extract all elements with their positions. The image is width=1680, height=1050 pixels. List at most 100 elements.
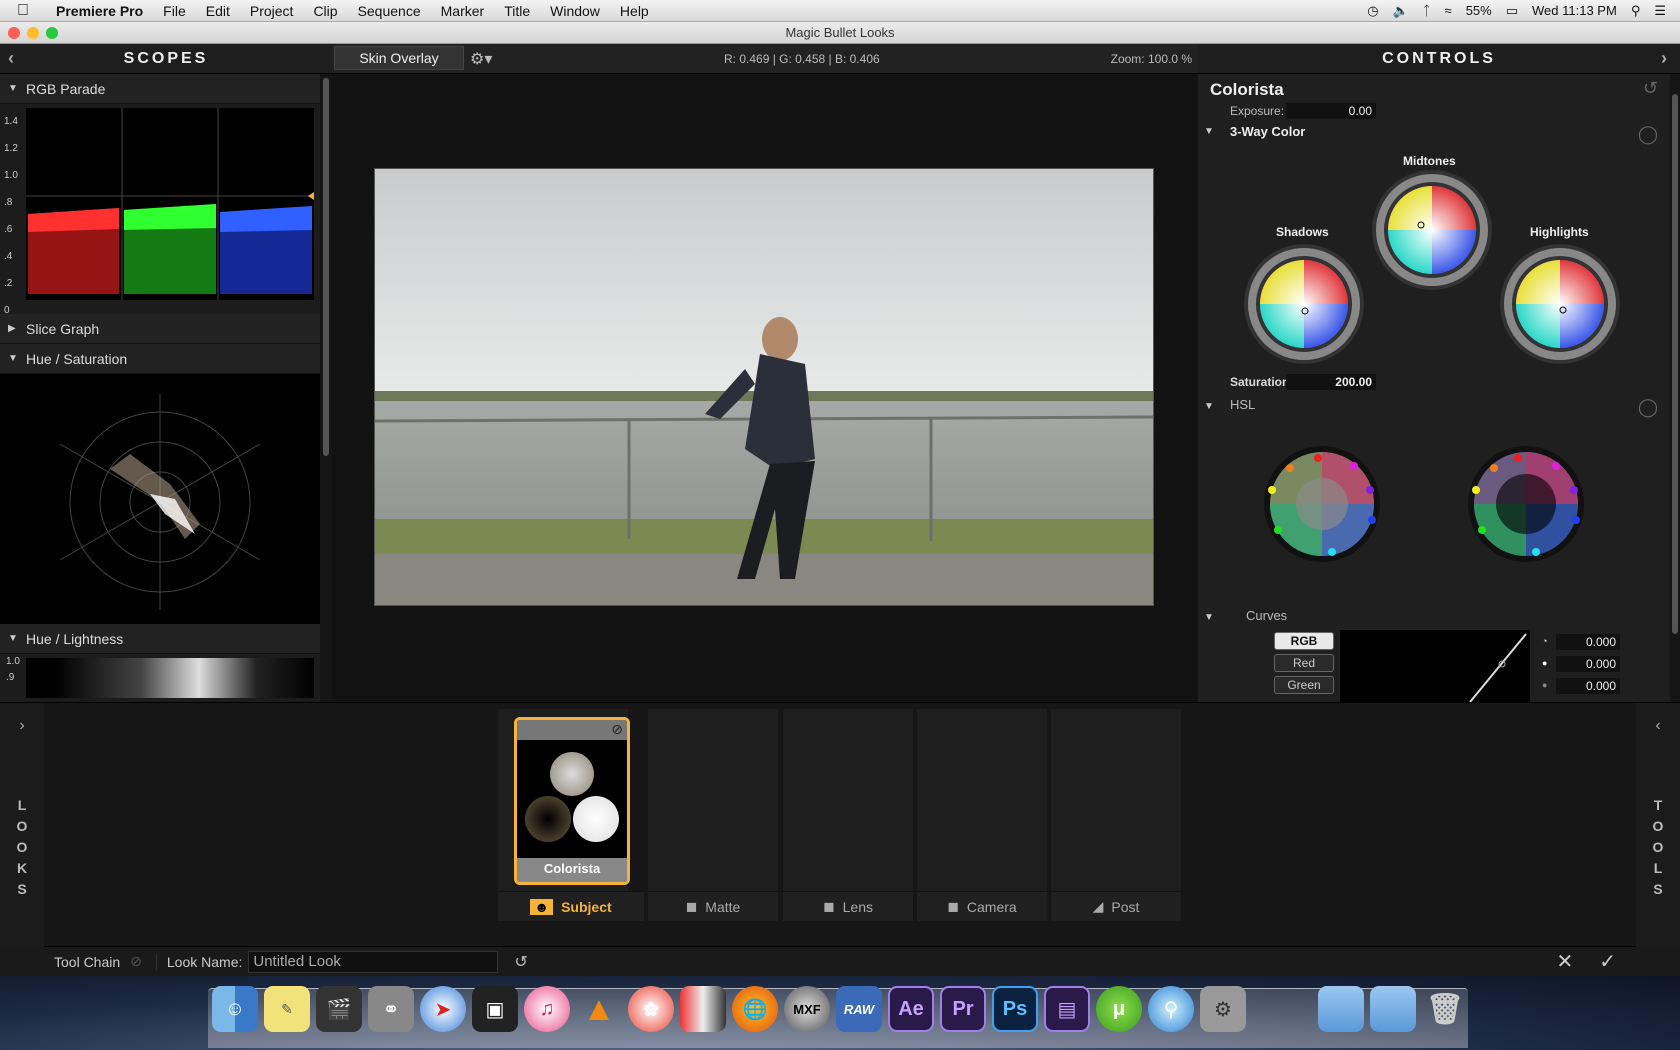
collapse-controls-icon[interactable]: › xyxy=(1661,48,1670,69)
notes-icon[interactable]: ✎ xyxy=(264,986,310,1032)
apple-icon[interactable]:  xyxy=(0,2,46,20)
expand-triangle-icon[interactable]: ▼ xyxy=(1204,612,1214,623)
curve-red-button[interactable]: Red xyxy=(1274,654,1334,672)
gear-icon[interactable]: ⚙▾ xyxy=(470,49,492,69)
colorista-tool-card[interactable]: ⊘ Colorista xyxy=(514,717,630,885)
tools-drawer[interactable]: ‹ T O O L S xyxy=(1636,703,1680,947)
time-machine-icon[interactable]: ◷ xyxy=(1367,3,1378,19)
cancel-icon[interactable]: ✕ xyxy=(1556,949,1573,974)
open-tools-icon[interactable]: ‹ xyxy=(1636,717,1680,735)
slice-graph-header[interactable]: ▶ Slice Graph xyxy=(0,314,320,344)
menu-sequence[interactable]: Sequence xyxy=(348,3,431,19)
tab-matte[interactable]: ◼ Matte xyxy=(648,891,778,921)
tick: 1.0 xyxy=(4,170,18,181)
menu-help[interactable]: Help xyxy=(610,3,659,19)
curve-green-button[interactable]: Green xyxy=(1274,676,1334,694)
looks-letter: S xyxy=(17,881,27,897)
post-slot[interactable] xyxy=(1051,709,1181,892)
skin-overlay-button[interactable]: Skin Overlay xyxy=(334,46,464,70)
video-frame[interactable] xyxy=(374,168,1154,606)
open-looks-icon[interactable]: › xyxy=(0,717,44,735)
menu-edit[interactable]: Edit xyxy=(196,3,240,19)
close-window-icon[interactable] xyxy=(8,27,20,39)
tab-camera[interactable]: ◼ Camera xyxy=(917,891,1047,921)
undo-icon[interactable]: ↺ xyxy=(514,952,527,972)
media-encoder-icon[interactable]: ▤ xyxy=(1044,986,1090,1032)
wifi-icon[interactable]: ≈ xyxy=(1445,3,1452,18)
disk-utility-icon[interactable]: ⚭ xyxy=(368,986,414,1032)
zoom-window-icon[interactable] xyxy=(46,27,58,39)
saturation-field[interactable]: 200.00 xyxy=(1286,374,1376,390)
battery-percent[interactable]: 55% xyxy=(1466,3,1492,18)
trash-icon[interactable]: 🗑 xyxy=(1422,986,1468,1032)
tools-label: T O O L S xyxy=(1636,795,1680,900)
final-cut-icon[interactable]: 🎬 xyxy=(316,986,362,1032)
lens-icon: ◼ xyxy=(823,898,835,914)
curve-point-icon[interactable]: ● xyxy=(1542,658,1547,668)
menu-marker[interactable]: Marker xyxy=(431,3,495,19)
controls-scrollbar[interactable] xyxy=(1670,74,1680,702)
tab-subject[interactable]: ☻ Subject xyxy=(498,891,644,921)
davinci-resolve-icon[interactable]: ✿ xyxy=(628,986,674,1032)
hue-saturation-header[interactable]: ▼ Hue / Saturation xyxy=(0,344,320,374)
curve-point-icon[interactable]: ● xyxy=(1542,680,1547,690)
mxf-icon[interactable]: MXF xyxy=(784,986,830,1032)
utorrent-icon[interactable]: μ xyxy=(1096,986,1142,1032)
lens-slot[interactable] xyxy=(783,709,913,892)
notification-center-icon[interactable]: ☰ xyxy=(1654,3,1666,19)
expand-triangle-icon[interactable]: ▼ xyxy=(1204,401,1214,412)
documents-folder-icon[interactable] xyxy=(1318,986,1364,1032)
motion-icon[interactable]: ▣ xyxy=(472,986,518,1032)
disable-chain-icon[interactable]: ⊘ xyxy=(130,953,142,970)
scrollbar-thumb[interactable] xyxy=(1672,94,1678,634)
vlc-icon[interactable]: ▲ xyxy=(576,986,622,1032)
finder-icon[interactable]: ☺ xyxy=(212,986,258,1032)
tab-lens[interactable]: ◼ Lens xyxy=(783,891,913,921)
curve-value-2[interactable]: 0.000 xyxy=(1556,656,1620,672)
minimize-window-icon[interactable] xyxy=(27,27,39,39)
curve-editor[interactable] xyxy=(1340,630,1530,702)
look-name-input[interactable] xyxy=(248,950,499,973)
tab-post[interactable]: ◢ Post xyxy=(1051,891,1181,921)
menu-app-name[interactable]: Premiere Pro xyxy=(46,3,153,19)
target-icon[interactable]: ◯ xyxy=(1638,397,1658,418)
clock[interactable]: Wed 11:13 PM xyxy=(1532,3,1617,18)
camera-slot[interactable] xyxy=(917,709,1047,892)
curve-value-1[interactable]: 0.000 xyxy=(1556,634,1620,650)
volume-icon[interactable]: 🔈 xyxy=(1393,3,1409,19)
safari-icon[interactable]: ➤ xyxy=(420,986,466,1032)
menu-project[interactable]: Project xyxy=(240,3,304,19)
menu-file[interactable]: File xyxy=(153,3,196,19)
scopes-scrollbar[interactable] xyxy=(320,74,332,702)
hue-lightness-header[interactable]: ▼ Hue / Lightness xyxy=(0,624,320,654)
menu-title[interactable]: Title xyxy=(494,3,540,19)
curve-point-icon[interactable]: ◔ xyxy=(1542,636,1547,646)
firefox-icon[interactable]: 🌐 xyxy=(732,986,778,1032)
confirm-icon[interactable]: ✓ xyxy=(1599,949,1616,974)
matte-slot[interactable] xyxy=(648,709,778,892)
looks-drawer[interactable]: › L O O K S xyxy=(0,703,44,947)
bluetooth-icon[interactable]: ᛏ xyxy=(1423,3,1431,18)
zoom-readout[interactable]: Zoom: 100.0 % xyxy=(1111,52,1192,66)
battery-icon[interactable]: ▭ xyxy=(1506,3,1518,19)
downloads-folder-icon[interactable] xyxy=(1370,986,1416,1032)
itunes-icon[interactable]: ♫ xyxy=(524,986,570,1032)
menu-clip[interactable]: Clip xyxy=(303,3,347,19)
photoshop-icon[interactable]: Ps xyxy=(992,986,1038,1032)
rgb-parade-header[interactable]: ▼ RGB Parade xyxy=(0,74,320,104)
tools-letter: S xyxy=(1653,881,1663,897)
system-preferences-icon[interactable]: ⚙ xyxy=(1200,986,1246,1032)
tick: .9 xyxy=(6,672,15,683)
spotlight-icon[interactable]: ⚲ xyxy=(1631,3,1641,19)
photo-booth-icon[interactable] xyxy=(680,986,726,1032)
curve-value-3[interactable]: 0.000 xyxy=(1556,678,1620,694)
disable-tool-icon[interactable]: ⊘ xyxy=(611,721,623,738)
premiere-pro-icon[interactable]: Pr xyxy=(940,986,986,1032)
curve-rgb-button[interactable]: RGB xyxy=(1274,632,1334,650)
quicktime-icon[interactable]: ⚲ xyxy=(1148,986,1194,1032)
menu-window[interactable]: Window xyxy=(540,3,610,19)
scrollbar-thumb[interactable] xyxy=(323,78,329,456)
raw-icon[interactable]: RAW xyxy=(836,986,882,1032)
collapse-scopes-icon[interactable]: ‹ xyxy=(8,48,17,69)
after-effects-icon[interactable]: Ae xyxy=(888,986,934,1032)
